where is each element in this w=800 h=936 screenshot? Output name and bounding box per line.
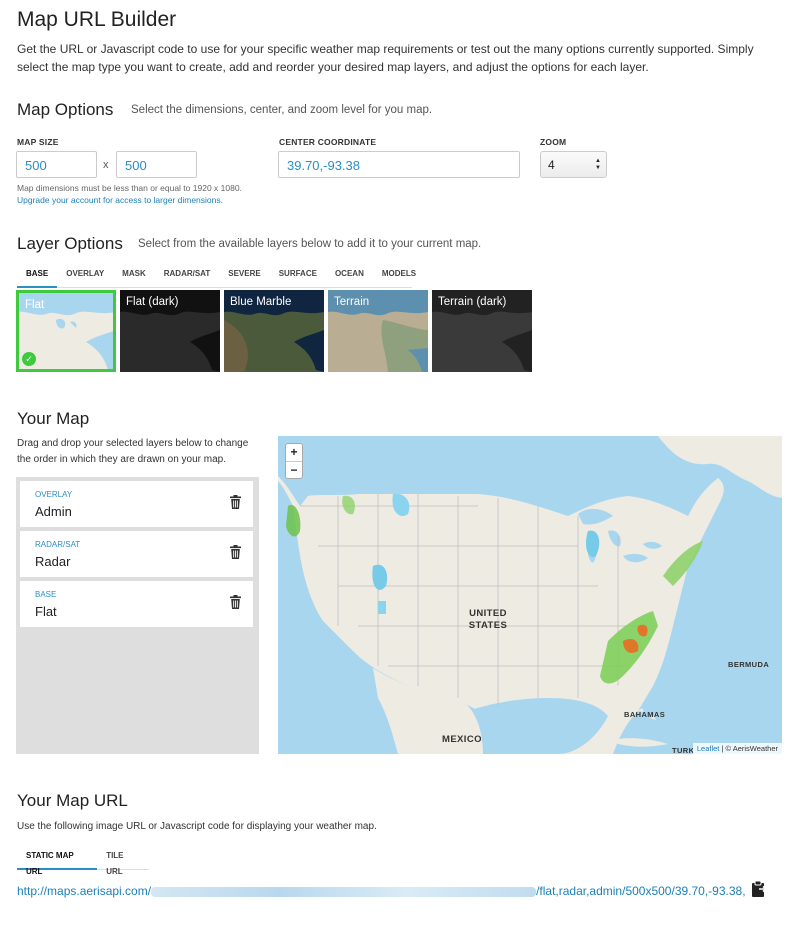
map-label-united-states: UNITED STATES	[468, 608, 508, 631]
map-label-bermuda: BERMUDA	[728, 660, 770, 669]
layer-options-subheading: Select from the available layers below t…	[138, 238, 482, 250]
map-zoom-controls: + −	[285, 443, 303, 479]
upgrade-link[interactable]: Upgrade your account for access to large…	[17, 195, 223, 205]
layer-type: OVERLAY	[35, 490, 73, 499]
thumbnail-flat-dark[interactable]: Flat (dark)	[120, 290, 220, 372]
clipboard-icon[interactable]	[751, 880, 767, 898]
generated-url[interactable]: http://maps.aerisapi.com/ /flat,radar,adm…	[17, 884, 746, 898]
layer-name: Flat	[35, 604, 57, 619]
your-map-heading: Your Map	[17, 409, 90, 428]
thumbnail-label: Blue Marble	[230, 296, 292, 308]
layer-name: Radar	[35, 554, 71, 569]
thumbnail-label: Terrain	[334, 296, 370, 308]
map-url-heading: Your Map URL	[17, 791, 128, 810]
thumbnail-blue-marble[interactable]: Blue Marble	[224, 290, 324, 372]
url-suffix: /flat,radar,admin/500x500/39.70,-93.38,	[536, 884, 746, 898]
your-map-description: Drag and drop your selected layers below…	[17, 438, 249, 465]
url-prefix: http://maps.aerisapi.com/	[17, 884, 152, 898]
layer-type: BASE	[35, 590, 57, 599]
map-label-turk: TURK	[672, 746, 695, 754]
redacted-api-key	[151, 886, 537, 897]
leaflet-link[interactable]: Leaflet	[697, 744, 720, 753]
map-label-bahamas: BAHAMAS	[624, 710, 666, 719]
map-size-label: MAP SIZE	[17, 137, 59, 147]
url-tabs: STATIC MAP URL TILE URL	[17, 848, 149, 876]
map-preview[interactable]: + − UNITED STATES MEXICO BERMUDA BAHAMAS…	[278, 436, 782, 754]
thumbnail-terrain[interactable]: Terrain	[328, 290, 428, 372]
center-coordinate-input[interactable]: 39.70,-93.38	[278, 151, 520, 178]
tab-base[interactable]: BASE	[17, 266, 58, 288]
zoom-select[interactable]: 4 ▲ ▼	[540, 151, 607, 178]
zoom-out-button[interactable]: −	[286, 462, 302, 479]
attribution-text: | © AerisWeather	[719, 744, 778, 753]
map-label-mexico: MEXICO	[442, 734, 482, 745]
map-canvas[interactable]	[278, 436, 782, 754]
layer-type: RADAR/SAT	[35, 540, 81, 549]
thumbnail-label: Flat (dark)	[126, 296, 179, 308]
layer-list-panel: OVERLAY Admin RADAR/SAT Radar BASE Flat	[16, 477, 259, 754]
center-coordinate-label: CENTER COORDINATE	[279, 137, 377, 147]
map-options-heading: Map Options	[17, 100, 114, 119]
page-intro: Get the URL or Javascript code to use fo…	[17, 42, 754, 74]
check-icon: ✓	[22, 352, 36, 366]
map-options-subheading: Select the dimensions, center, and zoom …	[131, 104, 433, 116]
tab-static-map-url[interactable]: STATIC MAP URL	[17, 848, 98, 876]
tab-radar-sat[interactable]: RADAR/SAT	[155, 266, 220, 288]
layer-card-radar[interactable]: RADAR/SAT Radar	[20, 531, 253, 577]
tab-overlay[interactable]: OVERLAY	[57, 266, 113, 288]
tab-mask[interactable]: MASK	[113, 266, 155, 288]
page-title: Map URL Builder	[17, 8, 177, 31]
tab-models[interactable]: MODELS	[373, 266, 425, 288]
map-url-description: Use the following image URL or Javascrip…	[17, 821, 377, 832]
thumbnail-flat[interactable]: Flat ✓	[16, 290, 116, 372]
layer-card-admin[interactable]: OVERLAY Admin	[20, 481, 253, 527]
tab-surface[interactable]: SURFACE	[270, 266, 326, 288]
trash-icon[interactable]	[230, 545, 241, 559]
zoom-in-button[interactable]: +	[286, 444, 302, 461]
select-arrows-icon: ▲ ▼	[595, 158, 601, 171]
size-note: Map dimensions must be less than or equa…	[17, 183, 242, 193]
trash-icon[interactable]	[230, 495, 241, 509]
layer-tabs: BASE OVERLAY MASK RADAR/SAT SEVERE SURFA…	[17, 266, 416, 288]
thumbnail-terrain-dark[interactable]: Terrain (dark)	[432, 290, 532, 372]
size-separator: x	[103, 159, 109, 171]
zoom-label: ZOOM	[540, 137, 567, 147]
tab-ocean[interactable]: OCEAN	[326, 266, 373, 288]
layer-options-heading: Layer Options	[17, 234, 123, 253]
zoom-value: 4	[548, 158, 555, 172]
layer-card-flat[interactable]: BASE Flat	[20, 581, 253, 627]
tab-tile-url[interactable]: TILE URL	[97, 848, 149, 876]
trash-icon[interactable]	[230, 595, 241, 609]
thumbnail-label: Flat	[25, 299, 45, 311]
map-attribution: Leaflet | © AerisWeather	[692, 743, 782, 754]
tab-severe[interactable]: SEVERE	[219, 266, 269, 288]
map-height-input[interactable]: 500	[116, 151, 197, 178]
map-width-input[interactable]: 500	[16, 151, 97, 178]
thumbnail-label: Terrain (dark)	[438, 296, 507, 308]
layer-name: Admin	[35, 504, 72, 519]
